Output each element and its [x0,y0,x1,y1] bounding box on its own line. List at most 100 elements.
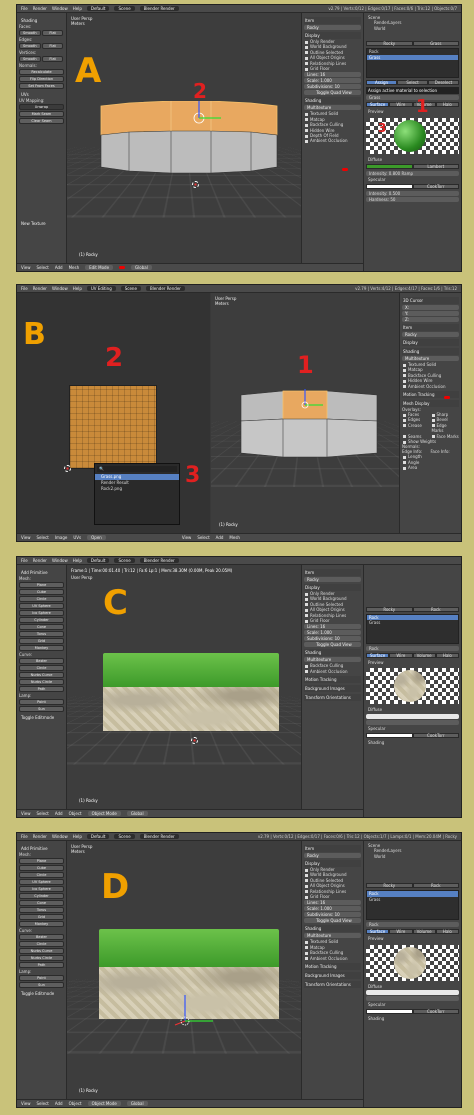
add-sun-lamp-button[interactable]: Sun [19,982,64,988]
uv-menu-uvs[interactable]: UVs [73,535,81,540]
specular-shader-select[interactable]: CookTorr [412,733,459,739]
specular-header[interactable]: Specular [366,177,459,182]
screen-layout-select[interactable]: Default [86,6,110,11]
add-curve-circle-button[interactable]: Circle [19,941,64,947]
render-engine-select[interactable]: Blender Render [139,6,179,11]
cursor-3d-header[interactable]: 3D Cursor [402,297,459,304]
preview-header[interactable]: Preview [366,936,459,941]
smooth-verts-button[interactable]: Smooth [19,56,41,62]
ambient-checkbox[interactable]: Ambient Occlusion [304,669,361,674]
face-area-checkbox[interactable]: Area [402,465,459,470]
toggle-quad-button[interactable]: Toggle Quad View [304,642,361,648]
add-torus-button[interactable]: Torus [19,631,64,637]
menu-help[interactable]: Help [73,834,82,839]
toggle-editmode-header[interactable]: Toggle Editmode [19,714,64,721]
diffuse-header[interactable]: Diffuse [366,707,459,712]
scale-field[interactable]: Scale: 1.000 [304,630,361,636]
material-slots-list[interactable]: Rock Grass [366,614,459,644]
uvs-header[interactable]: UVs [19,91,64,98]
menu-select[interactable]: Select [37,1101,49,1106]
breadcrumb-rock[interactable]: Rock [412,883,459,889]
add-grid-button[interactable]: Grid [19,914,64,920]
menu-add[interactable]: Add [55,265,63,270]
tab-volume[interactable]: Volume [412,653,436,658]
lines-field[interactable]: Lines: 16 [304,900,361,906]
tab-surface[interactable]: Surface [366,653,390,658]
add-path-button[interactable]: Path [19,962,64,968]
new-texture-header[interactable]: New Texture [19,220,64,227]
tab-wire[interactable]: Wire [389,929,413,935]
display-header[interactable]: Display [402,339,459,346]
background-images-header[interactable]: Background Images [304,972,361,980]
add-plane-button[interactable]: Plane [19,858,64,864]
menu-file[interactable]: File [21,286,28,291]
subdiv-field[interactable]: Subdivisions: 10 [304,636,361,642]
shading-header[interactable]: Shading [366,1016,459,1021]
add-uv-sphere-button[interactable]: UV Sphere [19,879,64,885]
image-item-rock[interactable]: Rock2.png [95,486,179,492]
lines-field[interactable]: Lines: 16 [304,624,361,630]
add-nurbs-circle-button[interactable]: Nurbs Circle [19,955,64,961]
menu-select[interactable]: Select [37,265,49,270]
3d-viewport[interactable]: User Persp Meters (1) Rocky D [67,841,301,1099]
select-button[interactable]: Select [397,80,428,86]
menu-render[interactable]: Render [33,286,47,291]
set-from-faces-button[interactable]: Set From Faces [19,83,64,89]
menu-view[interactable]: View [21,811,31,816]
assign-button[interactable]: Assign [366,80,397,86]
add-nurbs-curve-button[interactable]: Nurbs Curve [19,948,64,954]
multitexture-select[interactable]: Multitexture [402,356,459,361]
breadcrumb-rocky[interactable]: Rocky [366,607,413,612]
add-circle-button[interactable]: Circle [19,596,64,602]
tab-wire[interactable]: Wire [389,653,413,658]
add-cube-button[interactable]: Cube [19,589,64,595]
flat-faces-button[interactable]: Flat [41,30,64,36]
image-open-button[interactable]: Open [87,535,106,540]
display-header[interactable]: Display [304,584,361,591]
display-header[interactable]: Display [304,32,361,39]
ambient-checkbox[interactable]: Ambient Occlusion [304,956,361,961]
toggle-quad-button[interactable]: Toggle Quad View [304,90,361,96]
specular-color-swatch[interactable] [366,184,413,190]
add-cone-button[interactable]: Cone [19,624,64,630]
mesh-display-header[interactable]: Mesh Display [402,400,459,408]
clear-seam-button[interactable]: Clear Seam [19,118,64,124]
3d-viewport[interactable]: User Persp Meters (1) Rocky 1 [211,293,399,533]
add-monkey-button[interactable]: Monkey [19,645,64,651]
smooth-edges-button[interactable]: Smooth [19,43,41,49]
add-point-lamp-button[interactable]: Point [19,699,64,705]
diffuse-color-swatch[interactable] [366,990,459,996]
shading-header[interactable]: Shading [304,97,361,105]
menu-add[interactable]: Add [55,811,63,816]
menu-file[interactable]: File [21,6,28,11]
specular-header[interactable]: Specular [366,1002,459,1007]
diffuse-header[interactable]: Diffuse [366,157,459,162]
orientation-select[interactable]: Global [126,811,148,816]
menu-window[interactable]: Window [52,558,68,563]
cursor-y-field[interactable]: Y: [402,311,459,316]
scene-select[interactable]: Scene [114,6,135,11]
specular-color-swatch[interactable] [366,1009,413,1015]
menu-object[interactable]: Object [69,1101,82,1106]
mode-select[interactable]: Object Mode [87,811,121,816]
slot-grass[interactable]: Grass [367,54,458,61]
shading-header[interactable]: Shading [304,925,361,933]
item-header[interactable]: Item [304,569,361,576]
tab-volume[interactable]: Volume [412,929,436,935]
breadcrumb-rocky[interactable]: Rocky [366,41,413,47]
menu-help[interactable]: Help [73,286,82,291]
menu-view[interactable]: View [21,1101,31,1106]
toggle-editmode-header[interactable]: Toggle Editmode [19,990,64,997]
uv-image-editor[interactable]: 🔍 Grass.png Render Result Rock2.png B 2 … [17,293,210,533]
specular-color-swatch[interactable] [366,733,413,739]
lines-field[interactable]: Lines: 16 [304,72,361,78]
add-sun-lamp-button[interactable]: Sun [19,706,64,712]
item-header[interactable]: Item [402,324,459,331]
material-name-field[interactable]: Rock [366,646,459,651]
material-slots-list[interactable]: Rock Grass [366,890,459,921]
add-plane-button[interactable]: Plane [19,582,64,588]
overlay-edge-marks[interactable]: Edge Marks [431,423,460,434]
object-name-field[interactable]: Rocky [402,332,459,337]
uv-menu-view[interactable]: View [21,535,31,540]
uv-menu-image[interactable]: Image [55,535,68,540]
